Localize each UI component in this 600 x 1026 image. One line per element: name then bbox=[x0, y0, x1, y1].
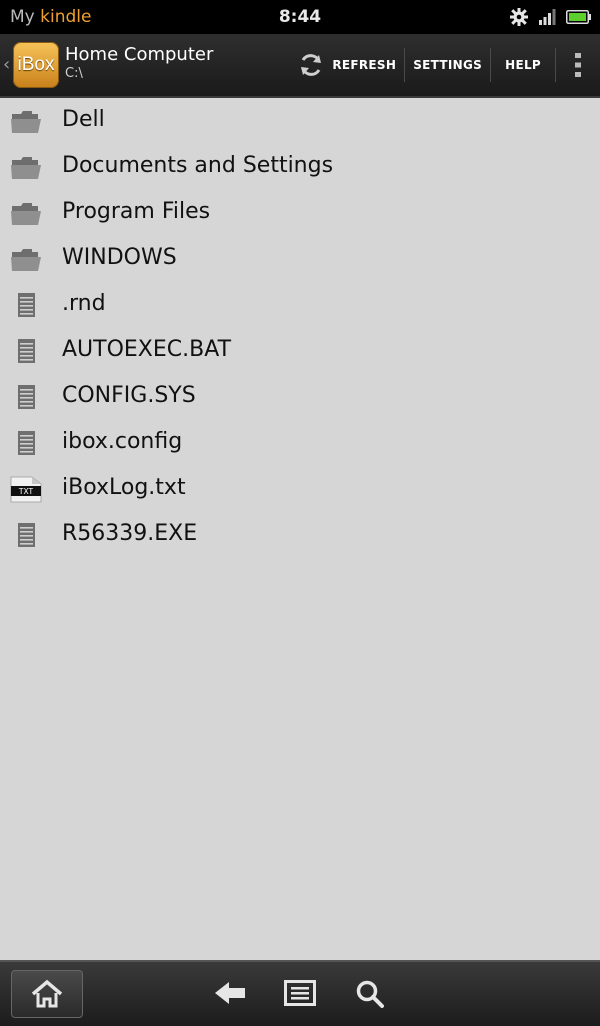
page-title: Home Computer bbox=[65, 44, 214, 65]
txt-file-icon: TXT bbox=[10, 476, 42, 503]
file-name: AUTOEXEC.BAT bbox=[62, 337, 232, 362]
folder-row[interactable]: Documents and Settings bbox=[0, 144, 600, 190]
file-name: R56339.EXE bbox=[62, 521, 198, 546]
home-button[interactable] bbox=[11, 970, 83, 1018]
overflow-menu-icon bbox=[575, 53, 581, 77]
menu-icon[interactable] bbox=[283, 978, 317, 1008]
file-row[interactable]: R56339.EXE bbox=[0, 512, 600, 558]
document-icon bbox=[18, 523, 35, 547]
signal-icon bbox=[539, 9, 556, 25]
file-name: iBoxLog.txt bbox=[62, 475, 186, 500]
file-row[interactable]: CONFIG.SYS bbox=[0, 374, 600, 420]
nav-bar bbox=[0, 960, 600, 1026]
refresh-icon bbox=[301, 54, 322, 76]
document-icon bbox=[18, 385, 35, 409]
action-buttons: REFRESH SETTINGS HELP bbox=[284, 34, 600, 96]
file-row[interactable]: AUTOEXEC.BAT bbox=[0, 328, 600, 374]
refresh-label: REFRESH bbox=[332, 58, 397, 72]
status-icons bbox=[510, 8, 592, 26]
back-chevron-icon[interactable]: ‹ bbox=[3, 54, 10, 75]
overflow-menu-button[interactable] bbox=[556, 34, 600, 96]
document-icon bbox=[18, 293, 35, 317]
document-icon bbox=[18, 339, 35, 363]
battery-icon bbox=[566, 10, 591, 24]
search-icon[interactable] bbox=[353, 978, 387, 1008]
status-bar: My kindle 8:44 bbox=[0, 0, 600, 34]
file-name: WINDOWS bbox=[62, 245, 177, 270]
file-name: .rnd bbox=[62, 291, 106, 316]
file-name: Dell bbox=[62, 107, 105, 132]
action-bar: ‹ iBox Home Computer C:\ REFRESH SETTING… bbox=[0, 34, 600, 98]
refresh-button[interactable]: REFRESH bbox=[284, 34, 404, 96]
file-row[interactable]: .rnd bbox=[0, 282, 600, 328]
file-row[interactable]: TXT iBoxLog.txt bbox=[0, 466, 600, 512]
folder-row[interactable]: Program Files bbox=[0, 190, 600, 236]
folder-icon bbox=[11, 249, 41, 271]
folder-row[interactable]: Dell bbox=[0, 98, 600, 144]
help-button[interactable]: HELP bbox=[491, 34, 555, 96]
file-name: ibox.config bbox=[62, 429, 183, 454]
gear-icon[interactable] bbox=[510, 8, 528, 26]
app-logo[interactable]: iBox bbox=[13, 42, 59, 88]
file-list: Dell Documents and Settings Program Files W… bbox=[0, 98, 600, 558]
document-icon bbox=[18, 431, 35, 455]
home-icon bbox=[31, 979, 63, 1008]
settings-button[interactable]: SETTINGS bbox=[405, 34, 490, 96]
file-name: CONFIG.SYS bbox=[62, 383, 196, 408]
folder-row[interactable]: WINDOWS bbox=[0, 236, 600, 282]
folder-icon bbox=[11, 157, 41, 179]
file-name: Program Files bbox=[62, 199, 211, 224]
file-row[interactable]: ibox.config bbox=[0, 420, 600, 466]
current-path: C:\ bbox=[65, 66, 83, 81]
title-block: Home Computer C:\ bbox=[65, 44, 213, 82]
txt-badge: TXT bbox=[18, 487, 34, 496]
file-name: Documents and Settings bbox=[62, 153, 334, 178]
folder-icon bbox=[11, 203, 41, 225]
folder-icon bbox=[11, 111, 41, 133]
back-arrow-icon[interactable] bbox=[213, 978, 247, 1008]
